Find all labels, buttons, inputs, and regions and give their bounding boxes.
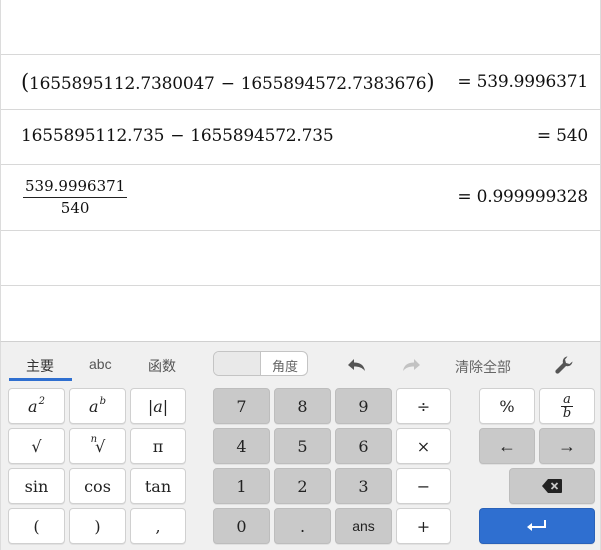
digit-2-key[interactable]: 2 bbox=[274, 468, 331, 504]
tab-main[interactable]: 主要 bbox=[26, 356, 54, 376]
expression-1-input[interactable]: (1655895112.7380047−1655894572.7383676) bbox=[21, 70, 435, 94]
expression-row-1[interactable]: (1655895112.7380047−1655894572.7383676) … bbox=[1, 55, 600, 110]
fraction-expression[interactable]: 539.9996371 540 bbox=[23, 177, 128, 217]
operand-a: 1655895112.735 bbox=[21, 126, 165, 146]
digit-8-key[interactable]: 8 bbox=[274, 388, 331, 424]
sin-key[interactable]: sin bbox=[8, 468, 65, 504]
operator: − bbox=[220, 74, 235, 94]
multiply-key[interactable]: × bbox=[396, 428, 451, 464]
redo-icon[interactable] bbox=[397, 351, 427, 379]
wrench-icon[interactable] bbox=[549, 351, 579, 379]
root-index: n bbox=[90, 433, 98, 445]
active-tab-indicator bbox=[9, 378, 72, 381]
fraction-denominator: 540 bbox=[60, 199, 90, 217]
operand-b: 1655894572.7383676 bbox=[240, 74, 427, 94]
open-paren: ( bbox=[21, 70, 29, 94]
expression-1-result: = 539.9996371 bbox=[457, 72, 588, 92]
tan-key[interactable]: tan bbox=[130, 468, 186, 504]
expression-row-empty-2[interactable] bbox=[1, 286, 600, 341]
digit-9-key[interactable]: 9 bbox=[335, 388, 392, 424]
fraction-glyph-numerator: a bbox=[561, 391, 573, 407]
fraction-numerator: 539.9996371 bbox=[23, 177, 128, 198]
right-paren-key[interactable]: ) bbox=[69, 508, 126, 544]
close-paren: ) bbox=[426, 70, 435, 94]
abs-key[interactable]: |a| bbox=[130, 388, 186, 424]
digit-0-key[interactable]: 0 bbox=[213, 508, 270, 544]
square-key[interactable]: a2 bbox=[8, 388, 65, 424]
plus-key[interactable]: + bbox=[396, 508, 451, 544]
key-exponent: 2 bbox=[38, 395, 45, 407]
cursor-right-key[interactable]: → bbox=[539, 428, 595, 464]
expression-row-empty-top[interactable] bbox=[1, 0, 600, 55]
cursor-left-key[interactable]: ← bbox=[479, 428, 535, 464]
expression-2-result: = 540 bbox=[536, 126, 588, 146]
fraction-key[interactable]: ab bbox=[539, 388, 595, 424]
digit-1-key[interactable]: 1 bbox=[213, 468, 270, 504]
ans-key[interactable]: ans bbox=[335, 508, 392, 544]
nth-root-key[interactable]: n √ bbox=[69, 428, 126, 464]
expression-list: (1655895112.7380047−1655894572.7383676) … bbox=[0, 0, 601, 341]
toggle-knob bbox=[214, 352, 261, 375]
fraction-glyph: ab bbox=[561, 393, 573, 420]
pi-key[interactable]: π bbox=[130, 428, 186, 464]
comma-key[interactable]: , bbox=[130, 508, 186, 544]
key-label: a bbox=[89, 396, 99, 416]
expression-3-result: = 0.999999328 bbox=[457, 187, 588, 207]
tab-abc[interactable]: abc bbox=[89, 356, 112, 372]
operator: − bbox=[170, 126, 185, 146]
digit-3-key[interactable]: 3 bbox=[335, 468, 392, 504]
operand-a: 1655895112.7380047 bbox=[29, 74, 215, 94]
keypad: 主要 abc 函数 角度 清除全部 a2 ab |a| √ n √ π sin c… bbox=[0, 341, 601, 550]
decimal-point-key[interactable]: . bbox=[274, 508, 331, 544]
backspace-icon bbox=[542, 479, 562, 493]
sqrt-key[interactable]: √ bbox=[8, 428, 65, 464]
undo-icon[interactable] bbox=[341, 351, 371, 379]
divide-key[interactable]: ÷ bbox=[396, 388, 451, 424]
digit-6-key[interactable]: 6 bbox=[335, 428, 392, 464]
backspace-key[interactable] bbox=[509, 468, 595, 504]
enter-icon bbox=[526, 519, 548, 533]
clear-all-button[interactable]: 清除全部 bbox=[455, 357, 511, 377]
expression-row-empty-1[interactable] bbox=[1, 231, 600, 286]
tab-functions[interactable]: 函数 bbox=[148, 356, 176, 376]
operand-b: 1655894572.735 bbox=[190, 126, 334, 146]
cos-key[interactable]: cos bbox=[69, 468, 126, 504]
left-paren-key[interactable]: ( bbox=[8, 508, 65, 544]
degree-toggle[interactable]: 角度 bbox=[213, 351, 308, 376]
key-exponent: b bbox=[99, 395, 106, 407]
key-label: a bbox=[28, 396, 38, 416]
fraction-glyph-denominator: b bbox=[562, 405, 572, 421]
digit-5-key[interactable]: 5 bbox=[274, 428, 331, 464]
digit-4-key[interactable]: 4 bbox=[213, 428, 270, 464]
minus-key[interactable]: − bbox=[396, 468, 451, 504]
enter-key[interactable] bbox=[479, 508, 595, 544]
digit-7-key[interactable]: 7 bbox=[213, 388, 270, 424]
expression-row-2[interactable]: 1655895112.735−1655894572.735 = 540 bbox=[1, 110, 600, 165]
toggle-label: 角度 bbox=[272, 359, 299, 374]
expression-row-3[interactable]: 539.9996371 540 = 0.999999328 bbox=[1, 165, 600, 231]
percent-key[interactable]: % bbox=[479, 388, 535, 424]
power-key[interactable]: ab bbox=[69, 388, 126, 424]
expression-2-input[interactable]: 1655895112.735−1655894572.735 bbox=[21, 126, 334, 146]
